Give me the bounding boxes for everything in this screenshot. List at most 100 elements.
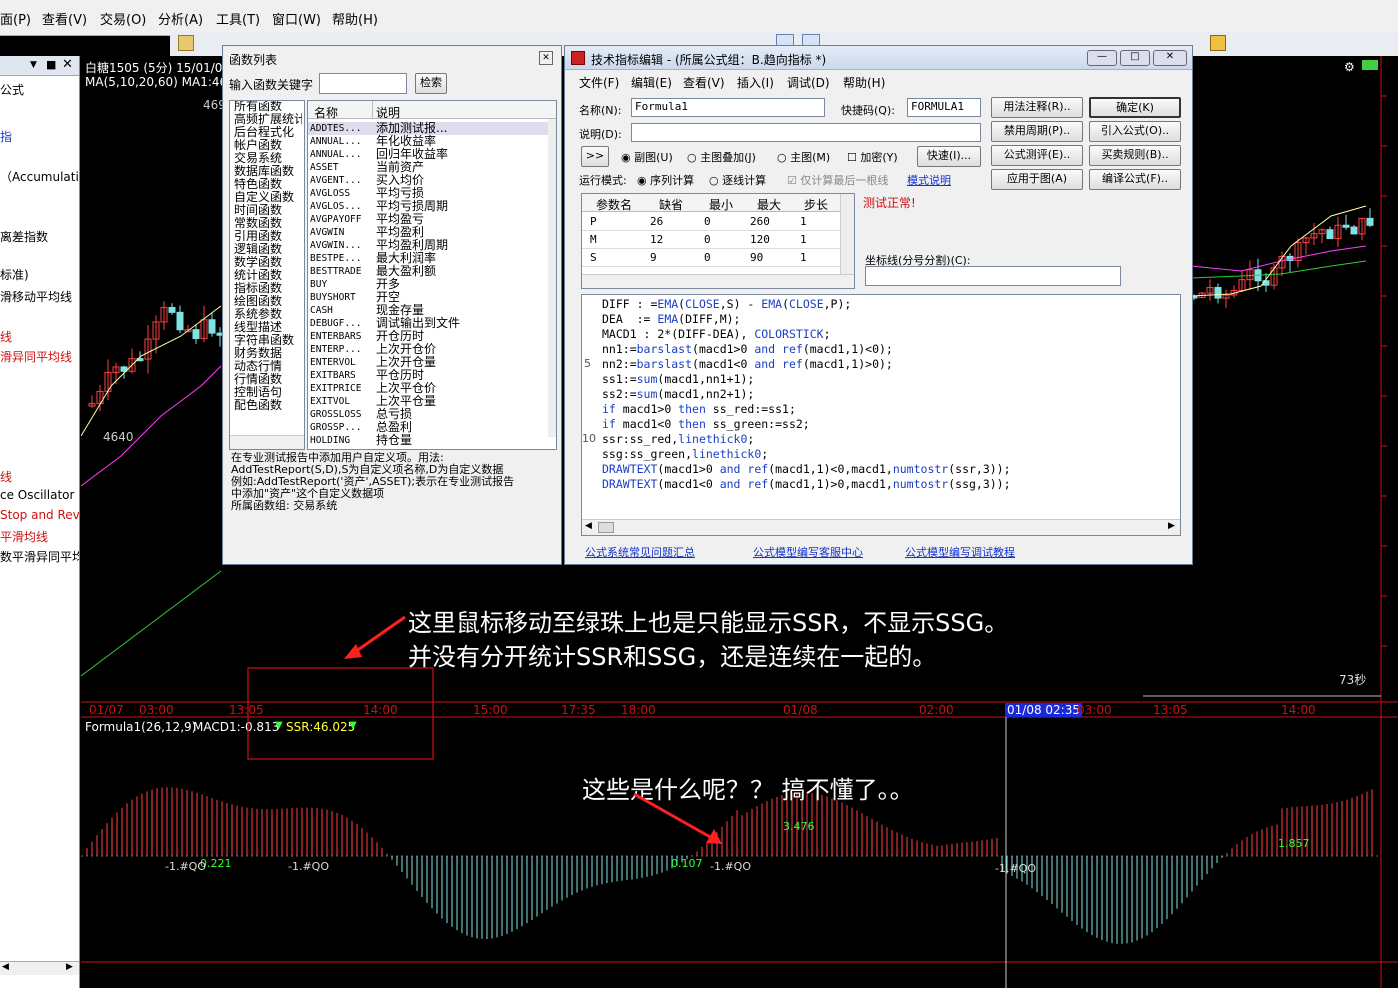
name-field[interactable]: Formula1: [631, 98, 825, 117]
table-row[interactable]: GROSSP... 总盈利: [308, 421, 548, 434]
dialog-titlebar[interactable]: 技术指标编辑 - (所属公式组：B.趋向指标 *) — □ ✕: [565, 46, 1192, 70]
category-item[interactable]: 所有函数: [234, 101, 302, 113]
formula-item[interactable]: 数平滑异同平均: [0, 548, 79, 565]
column-header[interactable]: 名称: [314, 104, 338, 121]
category-list[interactable]: 所有函数 高频扩展统计 后台程式化 帐户函数 交易系统 数据库函数 特色函数 自定义函数 时间函…: [229, 100, 305, 450]
category-item[interactable]: 交易系统: [234, 152, 302, 165]
category-item[interactable]: 时间函数: [234, 204, 302, 217]
description-field[interactable]: [631, 123, 981, 142]
scroll-left-icon[interactable]: ◀: [2, 962, 9, 972]
pin-icon[interactable]: ▼: [30, 60, 37, 70]
formula-item[interactable]: 滑移动平均线: [0, 288, 72, 305]
scrollbar[interactable]: [582, 274, 854, 288]
table-row[interactable]: BUY 开多: [308, 278, 548, 291]
menu-item[interactable]: 面(P): [0, 9, 31, 28]
help-link[interactable]: 公式模型编写调试教程: [905, 544, 1015, 560]
param-cell[interactable]: M: [590, 233, 597, 246]
table-row[interactable]: AVGENT... 买入均价: [308, 174, 548, 187]
apply-to-chart-button[interactable]: 应用于图(A): [991, 169, 1083, 190]
param-cell[interactable]: 90: [750, 251, 763, 264]
param-cell[interactable]: S: [590, 251, 597, 264]
menu-item[interactable]: 帮助(H): [332, 9, 378, 28]
category-item[interactable]: 指标函数: [234, 282, 302, 295]
scrollbar[interactable]: [230, 435, 304, 449]
param-header[interactable]: 参数名: [584, 196, 644, 213]
table-row[interactable]: DEBUGF... 调试输出到文件: [308, 317, 548, 330]
param-cell[interactable]: 1: [800, 251, 807, 264]
formula-item[interactable]: 线: [0, 328, 12, 345]
close-icon[interactable]: ✕: [1153, 50, 1187, 66]
table-row[interactable]: AVGPAYOFF 平均盈亏: [308, 213, 548, 226]
param-cell[interactable]: P: [590, 215, 597, 228]
category-item[interactable]: 字符串函数: [234, 334, 302, 347]
dialog-titlebar[interactable]: 函数列表 ✕: [223, 46, 561, 70]
param-cell[interactable]: 0: [704, 233, 711, 246]
column-header[interactable]: 说明: [376, 104, 400, 121]
param-row[interactable]: S 9 0 90 1: [582, 249, 840, 267]
category-item[interactable]: 帐户函数: [234, 139, 302, 152]
category-item[interactable]: 线型描述: [234, 321, 302, 334]
category-item[interactable]: 高频扩展统计: [234, 113, 302, 126]
formula-item[interactable]: 离差指数: [0, 228, 48, 245]
radio-subchart[interactable]: ◉ 副图(U): [621, 149, 673, 165]
menu-item[interactable]: 分析(A): [158, 9, 203, 28]
ok-button[interactable]: 确定(K): [1089, 97, 1181, 118]
table-row[interactable]: HOLDING 持仓量: [308, 434, 548, 447]
last-only-checkbox[interactable]: ☑ 仅计算最后一根线: [787, 172, 888, 188]
menu-item[interactable]: 编辑(E): [631, 74, 672, 91]
param-row[interactable]: P 26 0 260 1: [582, 213, 840, 231]
formula-item[interactable]: ce Oscillator: [0, 488, 74, 502]
category-item[interactable]: 常数函数: [234, 217, 302, 230]
param-cell[interactable]: 1: [800, 233, 807, 246]
param-header[interactable]: 缺省: [644, 196, 698, 213]
category-item[interactable]: 动态行情: [234, 360, 302, 373]
table-row[interactable]: AVGLOS... 平均亏损周期: [308, 200, 548, 213]
formula-item[interactable]: 线: [0, 468, 12, 485]
scroll-right-icon[interactable]: ▶: [1168, 521, 1175, 531]
radio-sequence[interactable]: ◉ 序列计算: [637, 172, 694, 188]
category-item[interactable]: 后台程式化: [234, 126, 302, 139]
import-formula-button[interactable]: 引入公式(O)..: [1089, 121, 1181, 142]
menu-item[interactable]: 文件(F): [579, 74, 619, 91]
param-table[interactable]: 参数名 缺省 最小 最大 步长 P 26 0 260 1 M 12 0 120 1 S 9 0 90 1: [581, 193, 855, 289]
disable-period-button[interactable]: 禁用周期(P)..: [991, 121, 1083, 142]
toolbar-icon[interactable]: [1210, 35, 1226, 51]
param-header[interactable]: 步长: [794, 196, 838, 213]
help-link[interactable]: 公式系统常见问题汇总: [585, 544, 695, 560]
maximize-icon[interactable]: □: [1120, 50, 1150, 66]
function-table[interactable]: 名称 说明 ADDTES... 添加测试报... ANNUAL... 年化收益率 ANN…: [307, 100, 557, 450]
formula-item[interactable]: 平滑均线: [0, 528, 48, 545]
shortcut-field[interactable]: FORMULA1: [907, 98, 981, 117]
category-item[interactable]: 财务数据: [234, 347, 302, 360]
scrollbar[interactable]: [840, 194, 854, 274]
formula-item[interactable]: 标准): [0, 266, 29, 283]
radio-tick[interactable]: ○ 逐线计算: [709, 172, 766, 188]
close-icon[interactable]: ✕: [539, 51, 553, 65]
menu-item[interactable]: 工具(T): [216, 9, 260, 28]
table-row[interactable]: ANNUAL... 回归年收益率: [308, 148, 548, 161]
param-header[interactable]: 最大: [744, 196, 794, 213]
close-icon[interactable]: ✕: [62, 57, 73, 72]
category-item[interactable]: 配色函数: [234, 399, 302, 412]
toolbar-icon[interactable]: [178, 35, 194, 51]
encrypt-checkbox[interactable]: ☐ 加密(Y): [847, 149, 898, 165]
category-item[interactable]: 数据库函数: [234, 165, 302, 178]
param-header[interactable]: 最小: [698, 196, 744, 213]
help-link[interactable]: 公式模型编写客服中心: [753, 544, 863, 560]
category-item[interactable]: 特色函数: [234, 178, 302, 191]
param-row[interactable]: M 12 0 120 1: [582, 231, 840, 249]
menu-item[interactable]: 调试(D): [787, 74, 830, 91]
usage-note-button[interactable]: 用法注释(R)..: [991, 97, 1083, 118]
category-item[interactable]: 逻辑函数: [234, 243, 302, 256]
scrollbar[interactable]: ◀ ▶: [582, 519, 1180, 535]
mode-help-link[interactable]: 模式说明: [907, 172, 951, 188]
axis-input[interactable]: [865, 266, 1121, 286]
category-item[interactable]: 统计函数: [234, 269, 302, 282]
trade-rules-button[interactable]: 买卖规则(B)..: [1089, 145, 1181, 166]
param-cell[interactable]: 9: [650, 251, 657, 264]
menu-item[interactable]: 帮助(H): [843, 74, 885, 91]
table-row[interactable]: ASSET 当前资产: [308, 161, 548, 174]
category-item[interactable]: 引用函数: [234, 230, 302, 243]
scroll-thumb[interactable]: [598, 522, 614, 533]
scroll-right-icon[interactable]: ▶: [66, 962, 73, 972]
